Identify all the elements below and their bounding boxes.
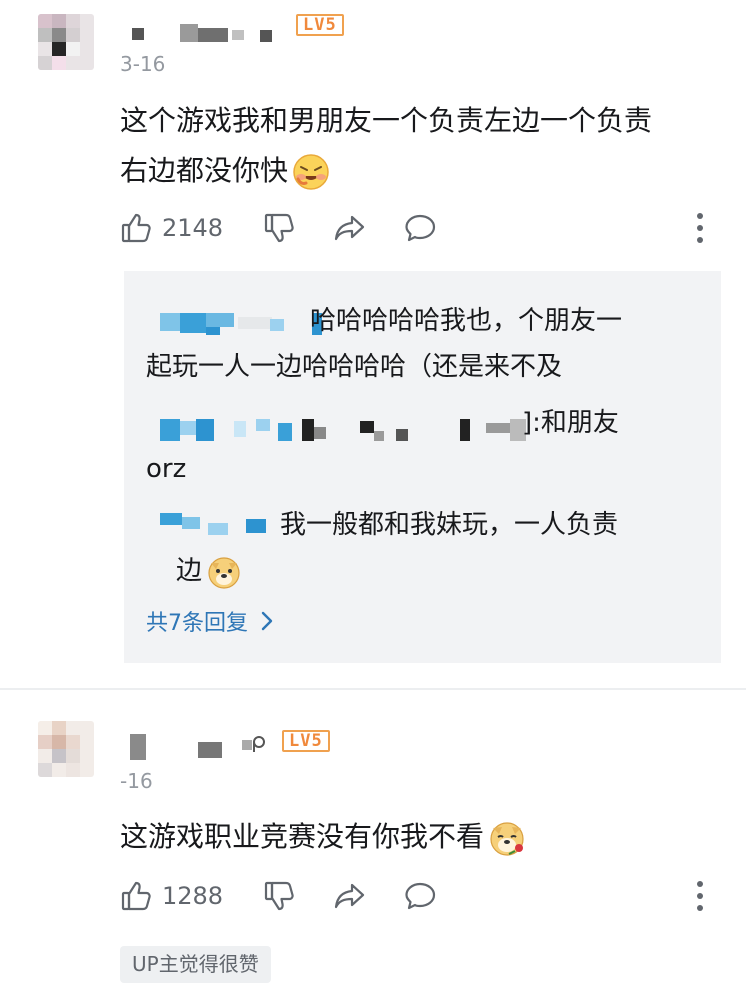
comment-text-line: 右边都没你快 <box>120 154 289 187</box>
username[interactable] <box>132 24 282 46</box>
reply-text-line: ]:和朋友 <box>522 408 619 438</box>
comment-text-line-with-emoji: 右边都没你快 <box>120 146 730 196</box>
comment-text: 这游戏职业竞赛没有你我不看 <box>120 812 730 862</box>
more-icon[interactable] <box>695 213 705 243</box>
reply-text-line: 我一般都和我妹玩，一人负责 <box>280 510 619 540</box>
like-count: 1288 <box>162 882 224 910</box>
chevron-right-icon <box>260 610 274 632</box>
thumbs-down-icon[interactable] <box>263 879 297 913</box>
reply-username[interactable] <box>160 419 560 441</box>
avatar[interactable] <box>38 721 94 777</box>
comment-icon[interactable] <box>403 211 437 245</box>
up-liked-badge: UP主觉得很赞 <box>120 946 271 983</box>
comment-text-line: 这个游戏我和男朋友一个负责左边一个负责 <box>120 104 653 137</box>
share-icon[interactable] <box>333 211 367 245</box>
like-count: 2148 <box>162 214 224 242</box>
reply-text-line-with-emoji: 边 <box>176 551 242 591</box>
comment-icon[interactable] <box>403 879 437 913</box>
reply-username[interactable] <box>160 513 270 535</box>
comment-text-line: 这游戏职业竞赛没有你我不看 <box>120 820 485 853</box>
thumbs-up-icon[interactable] <box>120 211 154 245</box>
thumbs-up-icon[interactable] <box>120 879 154 913</box>
reply-text-line: 边 <box>176 556 203 586</box>
laughing-crying-emoji <box>292 153 330 191</box>
share-icon[interactable] <box>333 879 367 913</box>
comment-divider <box>0 688 746 690</box>
comment-text-line-with-emoji: 这游戏职业竞赛没有你我不看 <box>120 812 730 862</box>
more-replies-link[interactable]: 共7条回复 <box>146 605 274 637</box>
doge-emoji <box>206 554 242 590</box>
more-icon[interactable] <box>695 881 705 911</box>
comment-text: 这个游戏我和男朋友一个负责左边一个负责 右边都没你快 <box>120 96 730 196</box>
reply-box[interactable]: 哈哈哈哈哈我也，个朋友一 起玩一人一边哈哈哈哈（还是来不及 ]:和朋友 orz … <box>124 271 721 663</box>
reply-text-line: 起玩一人一边哈哈哈哈（还是来不及 <box>146 352 563 382</box>
level-badge: LV5 <box>282 730 330 752</box>
level-badge: LV5 <box>296 14 344 36</box>
avatar[interactable] <box>38 14 94 70</box>
reply-text-line: orz <box>146 454 187 484</box>
action-row: 2148 <box>120 208 437 248</box>
reply-text-line: 哈哈哈哈哈我也，个朋友一 <box>310 306 623 336</box>
comment-date: -16 <box>120 769 153 793</box>
action-row: 1288 <box>120 876 437 916</box>
doge-rose-emoji <box>488 819 526 857</box>
username-fragment <box>250 730 266 754</box>
comment-date: 3-16 <box>120 52 166 76</box>
thumbs-down-icon[interactable] <box>263 211 297 245</box>
username[interactable] <box>130 734 270 760</box>
reply-username[interactable] <box>160 313 322 335</box>
more-replies-label: 共7条回复 <box>146 611 248 636</box>
